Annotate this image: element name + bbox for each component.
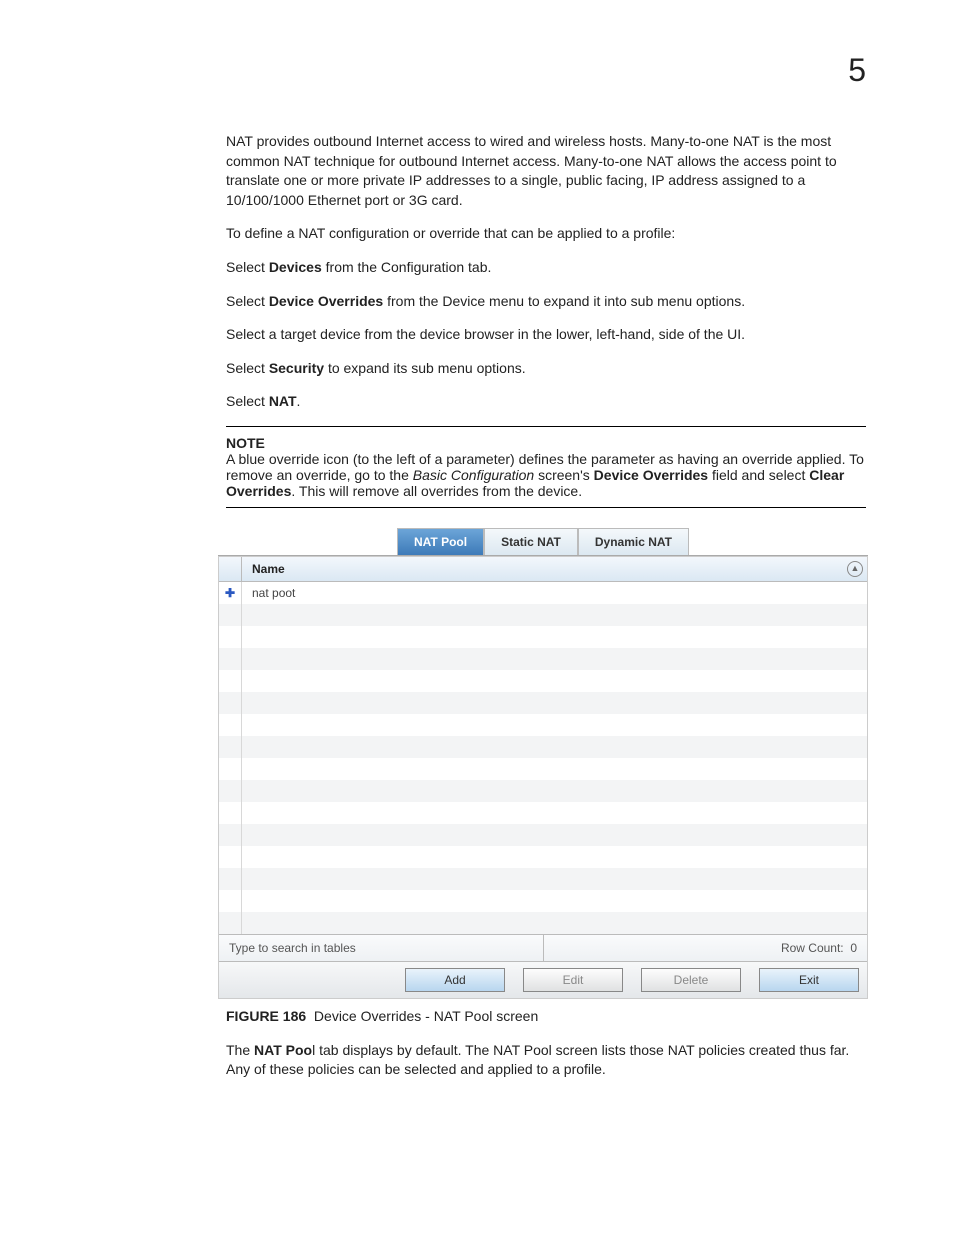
figure-label: FIGURE 186 (226, 1008, 306, 1024)
step-1-text-a: Select (226, 259, 269, 275)
table-row[interactable] (219, 824, 867, 846)
table-row[interactable] (219, 648, 867, 670)
table-row[interactable] (219, 692, 867, 714)
note-t3: screen's (534, 467, 593, 483)
table-row[interactable] (219, 758, 867, 780)
header-sort-col[interactable]: ▲ (843, 561, 867, 577)
tab-dynamic-nat[interactable]: Dynamic NAT (578, 528, 689, 555)
row-count: Row Count: 0 (544, 935, 868, 961)
step-2-text-c: from the Device menu to expand it into s… (383, 293, 745, 309)
tab-nat-pool[interactable]: NAT Pool (397, 528, 484, 555)
chapter-number: 5 (848, 52, 866, 89)
add-button[interactable]: Add (405, 968, 505, 992)
row-count-value: 0 (850, 941, 857, 955)
table-row[interactable] (219, 670, 867, 692)
table-row[interactable] (219, 802, 867, 824)
note-italic: Basic Configuration (413, 467, 534, 483)
table-row[interactable]: ✚ nat poot (219, 582, 867, 604)
table-header: Name ▲ (219, 557, 867, 582)
note-bold-1: Device Overrides (594, 467, 708, 483)
header-name-col[interactable]: Name (242, 557, 843, 581)
step-4-text-c: to expand its sub menu options. (324, 360, 526, 376)
step-5: Select NAT. (226, 392, 866, 412)
table-row[interactable] (219, 890, 867, 912)
lead-in-paragraph: To define a NAT configuration or overrid… (226, 224, 866, 244)
step-1-bold: Devices (269, 259, 322, 275)
table-row[interactable] (219, 780, 867, 802)
table-row[interactable] (219, 736, 867, 758)
table-row[interactable] (219, 868, 867, 890)
trailing-bold: NAT Poo (254, 1042, 312, 1058)
step-2: Select Device Overrides from the Device … (226, 292, 866, 312)
step-1: Select Devices from the Configuration ta… (226, 258, 866, 278)
table-body: ✚ nat poot (219, 582, 867, 934)
button-row: Add Edit Delete Exit (219, 961, 867, 998)
table-row[interactable] (219, 846, 867, 868)
edit-button[interactable]: Edit (523, 968, 623, 992)
step-5-text-c: . (297, 393, 301, 409)
trailing-paragraph: The NAT Pool tab displays by default. Th… (226, 1041, 866, 1080)
figure-caption: FIGURE 186 Device Overrides - NAT Pool s… (226, 1007, 866, 1027)
row-name: nat poot (242, 586, 843, 600)
table-footer: Type to search in tables Row Count: 0 (219, 934, 867, 961)
note-t7: . This will remove all overrides from th… (291, 483, 582, 499)
figure-caption-text: Device Overrides - NAT Pool screen (314, 1008, 538, 1024)
step-4-bold: Security (269, 360, 324, 376)
note-heading: NOTE (226, 435, 866, 451)
note-block: NOTE A blue override icon (to the left o… (226, 426, 866, 508)
step-3: Select a target device from the device b… (226, 325, 866, 345)
step-4-text-a: Select (226, 360, 269, 376)
nat-pool-table: Name ▲ ✚ nat poot (218, 556, 868, 999)
tab-bar: NAT Pool Static NAT Dynamic NAT (218, 528, 868, 556)
table-row[interactable] (219, 626, 867, 648)
note-body: A blue override icon (to the left of a p… (226, 451, 866, 499)
row-count-label: Row Count: (781, 941, 844, 955)
nat-pool-screenshot: NAT Pool Static NAT Dynamic NAT Name ▲ ✚… (218, 528, 868, 999)
sort-asc-icon: ▲ (847, 561, 863, 577)
step-1-text-c: from the Configuration tab. (322, 259, 492, 275)
table-row[interactable] (219, 912, 867, 934)
delete-button[interactable]: Delete (641, 968, 741, 992)
step-5-bold: NAT (269, 393, 297, 409)
trailing-t1: The (226, 1042, 254, 1058)
search-input[interactable]: Type to search in tables (219, 935, 544, 961)
step-5-text-a: Select (226, 393, 269, 409)
step-2-bold: Device Overrides (269, 293, 383, 309)
override-icon: ✚ (219, 582, 242, 604)
header-icon-col (219, 557, 242, 581)
step-2-text-a: Select (226, 293, 269, 309)
table-row[interactable] (219, 714, 867, 736)
exit-button[interactable]: Exit (759, 968, 859, 992)
step-4: Select Security to expand its sub menu o… (226, 359, 866, 379)
intro-paragraph: NAT provides outbound Internet access to… (226, 132, 866, 210)
trailing-t3: l tab displays by default. The NAT Pool … (226, 1042, 849, 1078)
note-t5: field and select (708, 467, 809, 483)
tab-static-nat[interactable]: Static NAT (484, 528, 578, 555)
table-row[interactable] (219, 604, 867, 626)
